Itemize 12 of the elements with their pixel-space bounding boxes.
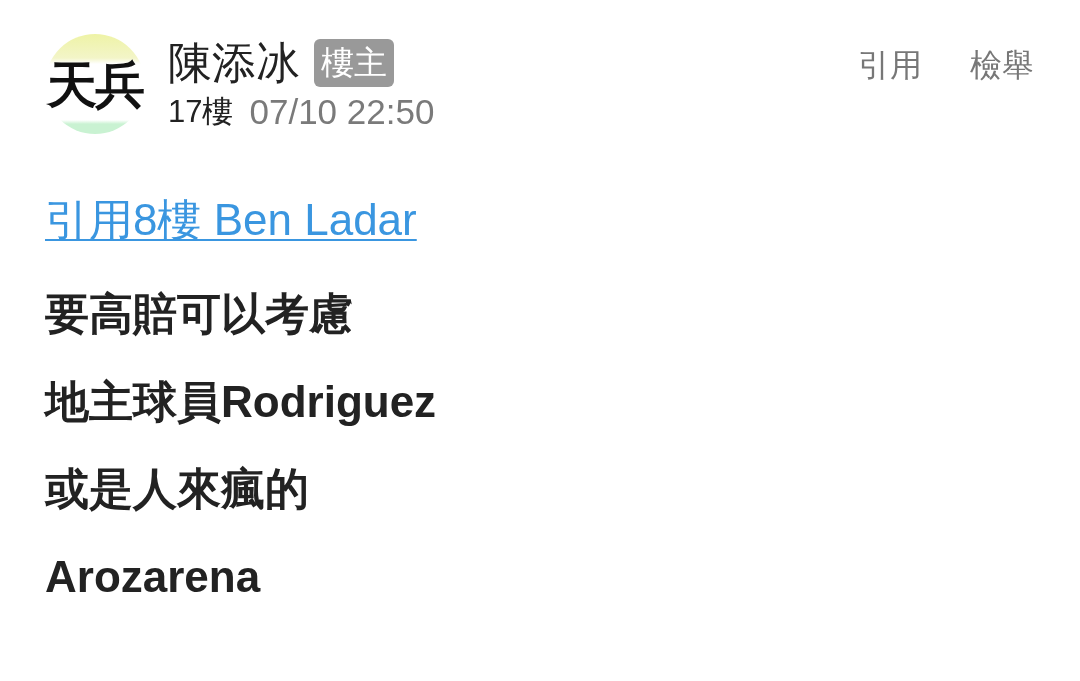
post-text-line: 要高賠可以考慮 (45, 287, 353, 340)
action-link[interactable]: 檢舉 (970, 48, 1034, 84)
post-text-line: 地主球員Rodriguez (45, 375, 437, 428)
action-link[interactable]: 引用 (858, 48, 922, 84)
floor-number: 17樓 (168, 95, 234, 127)
post-text-line: Arozarena (45, 551, 261, 604)
author-badge: 樓主 (314, 39, 394, 87)
post-text-line: 或是人來瘋的 (45, 463, 309, 516)
post-time: 07/10 22:50 (249, 93, 435, 129)
author-name[interactable]: 陳添冰 (168, 41, 300, 85)
quote-link[interactable]: 引用8樓 Ben Ladar (45, 194, 417, 247)
avatar-text: 天兵 (47, 60, 143, 110)
